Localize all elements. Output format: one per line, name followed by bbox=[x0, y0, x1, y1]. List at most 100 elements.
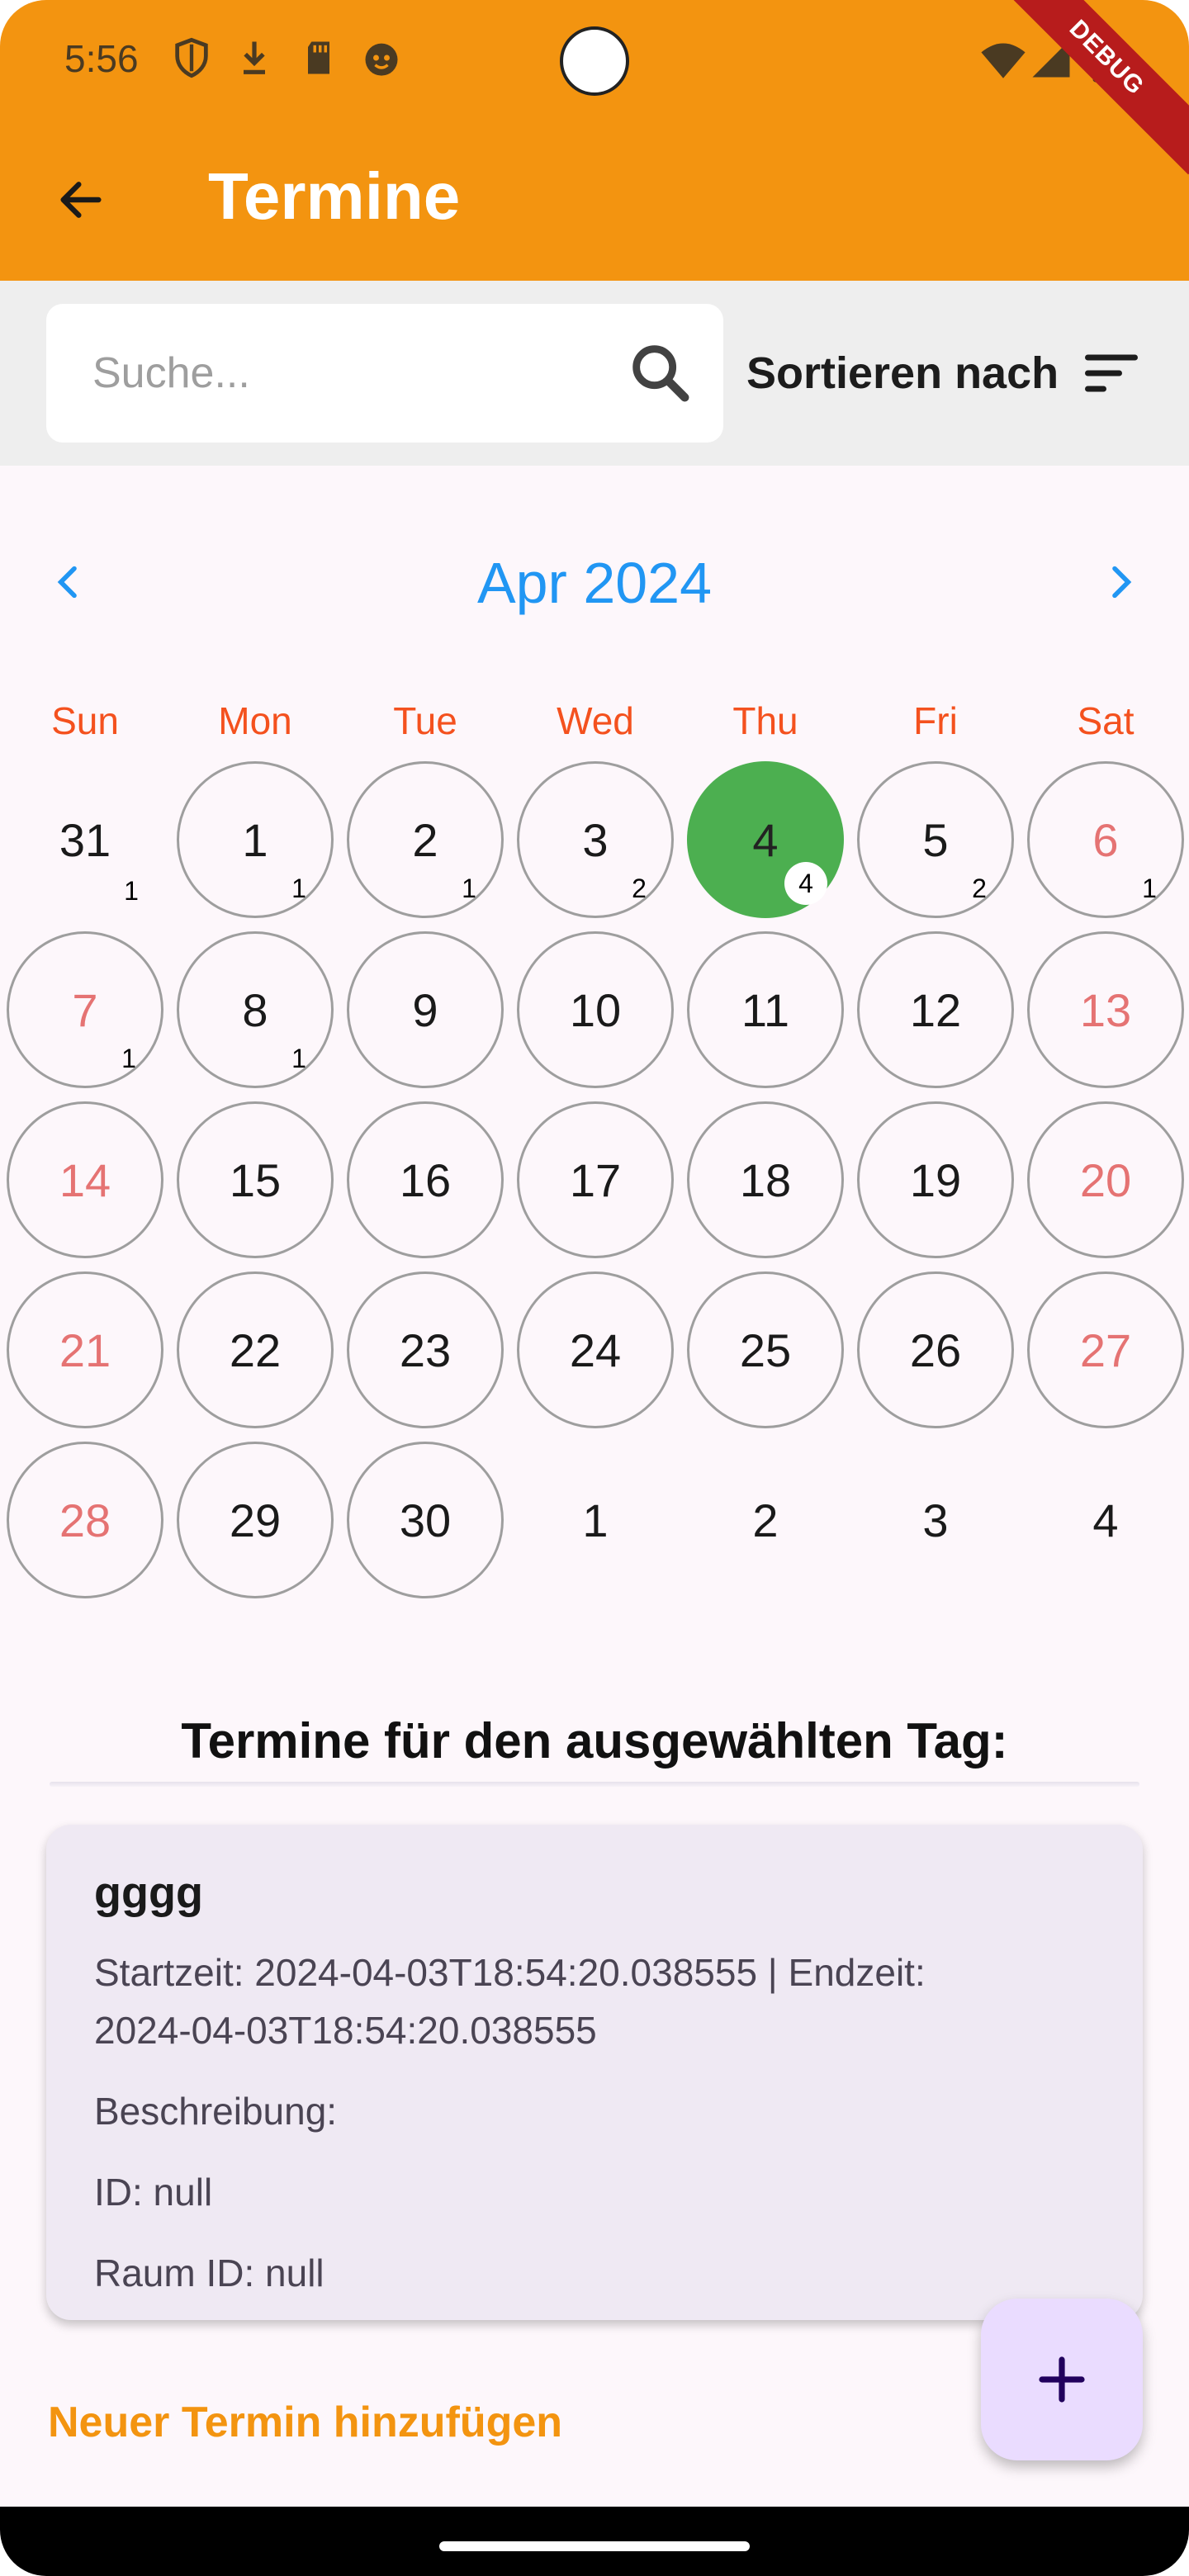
calendar-weekdays: Sun Mon Tue Wed Thu Fri Sat bbox=[0, 698, 1189, 748]
home-handle[interactable] bbox=[439, 2541, 750, 2551]
app-screen: 5:56 DEBUG Termine Sortieren nach bbox=[0, 0, 1189, 2576]
search-input[interactable] bbox=[92, 304, 621, 443]
status-bar: 5:56 bbox=[0, 0, 1189, 122]
appointment-time-start: Startzeit: 2024-04-03T18:54:20.038555 | … bbox=[94, 1951, 926, 1994]
event-count-badge: 2 bbox=[972, 874, 987, 903]
day-number: 18 bbox=[739, 1153, 792, 1206]
calendar-day[interactable]: 21 bbox=[7, 1271, 163, 1428]
calendar-day-outside[interactable]: 1 bbox=[517, 1442, 674, 1598]
day-number: 13 bbox=[1079, 983, 1132, 1036]
weekday-label: Fri bbox=[913, 699, 958, 742]
day-number: 14 bbox=[59, 1153, 111, 1206]
day-number: 10 bbox=[569, 983, 622, 1036]
day-number: 3 bbox=[582, 813, 609, 866]
day-number: 4 bbox=[752, 813, 779, 866]
calendar-day-selected[interactable]: 44 bbox=[687, 761, 844, 918]
calendar-day[interactable]: 23 bbox=[347, 1271, 504, 1428]
add-fab-button[interactable] bbox=[981, 2299, 1143, 2460]
sort-icon bbox=[1085, 354, 1139, 392]
calendar-day[interactable]: 61 bbox=[1027, 761, 1184, 918]
day-number: 27 bbox=[1079, 1324, 1132, 1376]
day-number: 29 bbox=[229, 1494, 282, 1546]
calendar-day-outside[interactable]: 31 1 bbox=[7, 761, 163, 918]
calendar-day[interactable]: 14 bbox=[7, 1101, 163, 1258]
calendar-day-outside[interactable]: 4 bbox=[1027, 1442, 1184, 1598]
back-button[interactable] bbox=[43, 162, 119, 238]
appointments-heading: Termine für den ausgewählten Tag: bbox=[181, 1713, 1008, 1769]
day-number: 5 bbox=[922, 813, 949, 866]
day-number: 30 bbox=[399, 1494, 452, 1546]
calendar-day[interactable]: 9 bbox=[347, 931, 504, 1088]
weekday-label: Tue bbox=[393, 699, 457, 742]
search-icon[interactable] bbox=[624, 337, 697, 410]
appointment-card[interactable]: gggg Startzeit: 2024-04-03T18:54:20.0385… bbox=[46, 1825, 1143, 2320]
event-count-badge: 1 bbox=[291, 1044, 306, 1073]
day-number: 24 bbox=[569, 1324, 622, 1376]
day-number: 7 bbox=[72, 983, 98, 1036]
calendar-day[interactable]: 19 bbox=[857, 1101, 1014, 1258]
sd-card-icon bbox=[308, 41, 329, 74]
calendar-day[interactable]: 21 bbox=[347, 761, 504, 918]
calendar-day[interactable]: 11 bbox=[177, 761, 334, 918]
calendar-day-outside[interactable]: 3 bbox=[857, 1442, 1014, 1598]
calendar-day[interactable]: 52 bbox=[857, 761, 1014, 918]
appointment-time-end: 2024-04-03T18:54:20.038555 bbox=[94, 2009, 597, 2052]
download-icon bbox=[244, 41, 265, 74]
add-appointment-link[interactable]: Neuer Termin hinzufügen bbox=[48, 2398, 562, 2447]
calendar-day[interactable]: 15 bbox=[177, 1101, 334, 1258]
divider bbox=[50, 1782, 1139, 1787]
sort-label: Sortieren nach bbox=[746, 348, 1059, 398]
day-number: 15 bbox=[229, 1153, 282, 1206]
calendar-day[interactable]: 28 bbox=[7, 1442, 163, 1598]
search-field[interactable] bbox=[46, 304, 723, 443]
appointment-description: Beschreibung: bbox=[94, 2090, 338, 2133]
day-number: 16 bbox=[399, 1153, 452, 1206]
weekday-label: Thu bbox=[732, 699, 798, 742]
calendar-day[interactable]: 12 bbox=[857, 931, 1014, 1088]
calendar-day[interactable]: 17 bbox=[517, 1101, 674, 1258]
app-bar: 5:56 DEBUG Termine bbox=[0, 0, 1189, 281]
day-number: 25 bbox=[739, 1324, 792, 1376]
appointment-room-id: Raum ID: null bbox=[94, 2252, 324, 2294]
calendar-day[interactable]: 27 bbox=[1027, 1271, 1184, 1428]
event-count-badge: 1 bbox=[121, 1044, 136, 1073]
page-title: Termine bbox=[208, 159, 461, 233]
day-number: 19 bbox=[909, 1153, 962, 1206]
calendar-day[interactable]: 29 bbox=[177, 1442, 334, 1598]
calendar-day[interactable]: 32 bbox=[517, 761, 674, 918]
day-number: 28 bbox=[59, 1494, 111, 1546]
calendar-day[interactable]: 24 bbox=[517, 1271, 674, 1428]
plus-icon bbox=[1039, 2356, 1085, 2403]
event-count-badge: 1 bbox=[1142, 874, 1157, 903]
event-count-badge: 1 bbox=[462, 874, 476, 903]
calendar-grid: 31 1 1 1 2 1 3 2 4 4 5 2 6 1 7 1 8 1 9 10 11 12 13 14 15 16 17 18 19… bbox=[0, 761, 1189, 1612]
calendar-day[interactable]: 81 bbox=[177, 931, 334, 1088]
calendar-header: Apr 2024 bbox=[0, 528, 1189, 636]
calendar-day[interactable]: 10 bbox=[517, 931, 674, 1088]
day-number: 2 bbox=[412, 813, 438, 866]
next-month-button[interactable] bbox=[1083, 545, 1158, 619]
sort-button[interactable]: Sortieren nach bbox=[746, 304, 1159, 443]
chevron-right-icon bbox=[1112, 566, 1132, 599]
calendar-day[interactable]: 26 bbox=[857, 1271, 1014, 1428]
calendar-day[interactable]: 20 bbox=[1027, 1101, 1184, 1258]
calendar-day[interactable]: 71 bbox=[7, 931, 163, 1088]
calendar-day-outside[interactable]: 2 bbox=[687, 1442, 844, 1598]
calendar-day[interactable]: 22 bbox=[177, 1271, 334, 1428]
day-number: 11 bbox=[741, 983, 790, 1036]
calendar-day[interactable]: 30 bbox=[347, 1442, 504, 1598]
calendar-day[interactable]: 11 bbox=[687, 931, 844, 1088]
day-number: 31 bbox=[59, 813, 111, 866]
day-number: 20 bbox=[1079, 1153, 1132, 1206]
system-nav-bar bbox=[0, 2507, 1189, 2576]
calendar-day[interactable]: 25 bbox=[687, 1271, 844, 1428]
weekday-label: Sat bbox=[1077, 699, 1135, 742]
calendar-month-label[interactable]: Apr 2024 bbox=[0, 550, 1189, 616]
calendar-day[interactable]: 16 bbox=[347, 1101, 504, 1258]
shield-icon bbox=[175, 37, 208, 78]
event-count-badge: 4 bbox=[784, 862, 827, 905]
day-number: 1 bbox=[242, 813, 268, 866]
day-number: 9 bbox=[412, 983, 438, 1036]
calendar-day[interactable]: 18 bbox=[687, 1101, 844, 1258]
calendar-day[interactable]: 13 bbox=[1027, 931, 1184, 1088]
